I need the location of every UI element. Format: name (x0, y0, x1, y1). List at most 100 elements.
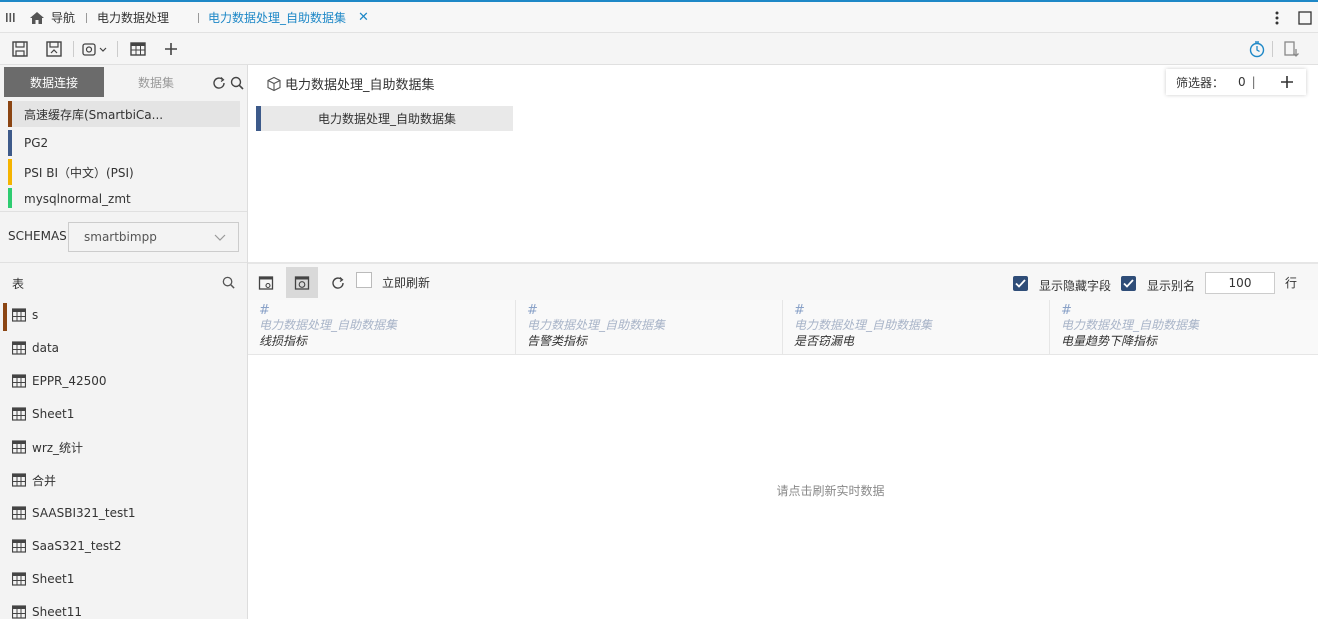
filter-label: 筛选器： (1176, 75, 1225, 90)
add-icon[interactable] (162, 40, 180, 58)
empty-data-hint: 请点击刷新实时数据 (776, 484, 885, 498)
connection-color-bar (8, 101, 12, 127)
cube-icon (267, 76, 281, 91)
export-icon[interactable] (1282, 40, 1300, 58)
model-title-text: 电力数据处理_自助数据集 (285, 78, 435, 93)
add-filter-icon[interactable] (1280, 75, 1294, 89)
table-item-label: Sheet11 (32, 605, 82, 619)
more-options-icon[interactable] (1275, 2, 1279, 33)
refresh-icon[interactable] (211, 75, 227, 91)
table-item-label: SAASBI321_test1 (32, 506, 136, 520)
dataset-node[interactable]: 电力数据处理_自助数据集 (256, 106, 513, 131)
connection-item[interactable]: 高速缓存库(SmartbiCa... (8, 101, 240, 127)
left-panel: 数据连接 数据集 高速缓存库(SmartbiCa... PG2 PSI BI（中… (0, 65, 248, 619)
table-item[interactable]: SAASBI321_test1 (12, 503, 136, 523)
row-count-input[interactable]: 100 (1205, 272, 1275, 294)
data-preview: 立即刷新 显示隐藏字段 显示别名 100 行 # 电力数据处理_自助数据集 线损… (248, 262, 1318, 619)
column-header[interactable]: # 电力数据处理_自助数据集 是否窃漏电 (783, 300, 1050, 354)
schema-select[interactable]: smartbimpp (68, 222, 239, 252)
instant-refresh-checkbox[interactable] (356, 272, 372, 288)
maximize-icon[interactable] (1298, 2, 1312, 33)
connection-item[interactable]: mysqlnormal_zmt (8, 188, 240, 208)
row-count-value: 100 (1228, 276, 1252, 290)
timer-icon[interactable] (1248, 40, 1266, 58)
show-alias-label: 显示别名 (1147, 279, 1196, 293)
table-item-label: data (32, 341, 60, 355)
connection-item[interactable]: PSI BI（中文）(PSI) (8, 159, 240, 185)
save-icon[interactable] (11, 40, 29, 58)
menu-toggle-icon[interactable] (6, 2, 15, 33)
column-header[interactable]: # 电力数据处理_自助数据集 告警类指标 (516, 300, 783, 354)
table-item[interactable]: Sheet11 (12, 602, 82, 619)
table-search-icon[interactable] (221, 275, 236, 290)
schema-row: SCHEMAS smartbimpp (0, 211, 247, 261)
preview-icon (294, 276, 310, 290)
home-icon (30, 11, 44, 24)
numeric-type-icon: # (1061, 303, 1072, 318)
toolbar-divider (1272, 41, 1273, 57)
table-item-label: 合并 (32, 473, 57, 488)
refresh-data-icon[interactable] (330, 275, 346, 291)
chevron-down-icon (214, 234, 226, 241)
toolbar-divider (73, 41, 74, 57)
row-unit-label: 行 (1285, 276, 1298, 290)
column-header[interactable]: # 电力数据处理_自助数据集 线损指标 (248, 300, 516, 354)
connection-item[interactable]: PG2 (8, 130, 240, 156)
tab-power-data[interactable]: 电力数据处理 (97, 2, 169, 33)
save-as-icon[interactable] (45, 40, 63, 58)
tab-dataset[interactable]: 数据集 (104, 67, 208, 97)
toolbar-divider (117, 41, 118, 57)
show-alias-checkbox[interactable] (1121, 276, 1136, 291)
instant-refresh-label: 立即刷新 (382, 276, 431, 290)
numeric-type-icon: # (527, 303, 538, 318)
model-title: 电力数据处理_自助数据集 (266, 74, 435, 93)
table-item-label: wrz_统计 (32, 440, 84, 455)
table-icon (12, 473, 26, 487)
column-dataset-name: 电力数据处理_自助数据集 (527, 318, 666, 332)
tab-power-data-label: 电力数据处理 (97, 11, 170, 25)
connection-color-bar (8, 188, 12, 208)
table-item[interactable]: wrz_统计 (12, 437, 83, 457)
connection-label: PSI BI（中文）(PSI) (24, 165, 134, 180)
table-item[interactable]: data (12, 338, 59, 358)
column-dataset-name: 电力数据处理_自助数据集 (259, 318, 398, 332)
data-preview-toggle[interactable] (286, 267, 318, 298)
table-item[interactable]: Sheet1 (12, 569, 74, 589)
show-hidden-checkbox[interactable] (1013, 276, 1028, 291)
tables-label: 表 (12, 277, 25, 291)
table-item-label: Sheet1 (32, 407, 75, 421)
table-item-label: s (32, 308, 39, 322)
tab-self-dataset-label: 电力数据处理_自助数据集 (208, 11, 347, 25)
column-field-name: 是否窃漏电 (794, 334, 855, 348)
table-item[interactable]: SaaS321_test2 (12, 536, 122, 556)
table-icon (12, 374, 26, 388)
table-item[interactable]: EPPR_42500 (12, 371, 107, 391)
table-item-label: EPPR_42500 (32, 374, 107, 388)
numeric-type-icon: # (794, 303, 805, 318)
table-icon (12, 605, 26, 619)
filter-divider: | (1251, 75, 1256, 89)
preview-settings-icon[interactable] (258, 275, 274, 291)
column-field-name: 告警类指标 (527, 334, 588, 348)
model-canvas: 电力数据处理_自助数据集 筛选器： 0 | 电力数据处理_自助数据集 (248, 65, 1318, 262)
table-icon (12, 539, 26, 553)
column-header[interactable]: # 电力数据处理_自助数据集 电量趋势下降指标 (1050, 300, 1318, 354)
dataset-settings-dropdown-icon[interactable] (80, 40, 110, 58)
table-icon[interactable] (129, 40, 147, 58)
column-dataset-name: 电力数据处理_自助数据集 (794, 318, 933, 332)
table-item[interactable]: s (12, 305, 38, 325)
tab-dataset-label: 数据集 (137, 75, 174, 90)
tab-self-dataset[interactable]: 电力数据处理_自助数据集 (208, 2, 346, 33)
tab-nav[interactable]: 导航 (29, 2, 75, 33)
schemas-label: SCHEMAS (8, 229, 67, 243)
tab-data-connection[interactable]: 数据连接 (4, 67, 104, 97)
table-item[interactable]: Sheet1 (12, 404, 74, 424)
preview-toolbar: 立即刷新 显示隐藏字段 显示别名 100 行 (248, 264, 1318, 300)
grid-header: # 电力数据处理_自助数据集 线损指标 # 电力数据处理_自助数据集 告警类指标… (248, 300, 1318, 355)
column-field-name: 电量趋势下降指标 (1061, 334, 1158, 348)
app-window: 导航 电力数据处理 电力数据处理_自助数据集 ✕ 数据连接 数据集 高速缓存库(… (0, 0, 1318, 619)
tables-header: 表 (0, 262, 247, 302)
table-item[interactable]: 合并 (12, 470, 56, 490)
search-icon[interactable] (229, 75, 245, 91)
close-tab-icon[interactable]: ✕ (358, 2, 369, 33)
